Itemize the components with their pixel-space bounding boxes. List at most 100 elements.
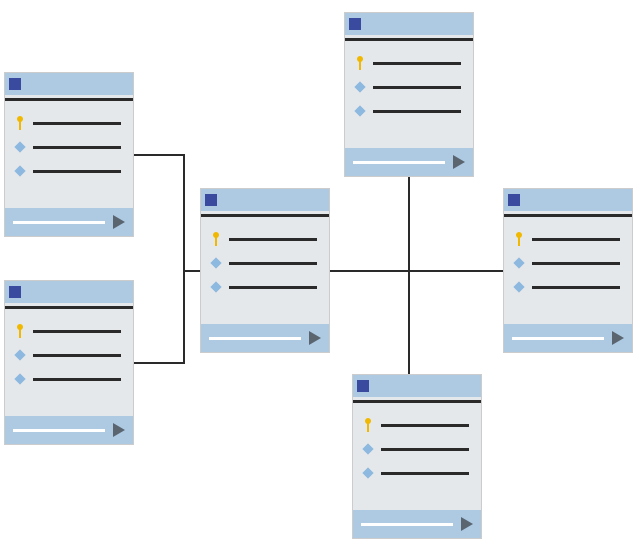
diamond-icon	[15, 372, 25, 386]
footer-line	[209, 337, 301, 340]
card-body	[5, 309, 133, 399]
diamond-icon	[514, 280, 524, 294]
key-icon	[15, 116, 25, 130]
card-footer	[5, 208, 133, 236]
play-icon[interactable]	[612, 331, 624, 345]
diamond-icon	[211, 256, 221, 270]
footer-line	[13, 221, 105, 224]
row-line	[373, 86, 461, 89]
card-row-key	[15, 111, 121, 135]
row-line	[373, 62, 461, 65]
play-icon[interactable]	[113, 215, 125, 229]
connector-left-v	[183, 154, 185, 364]
card-row-field	[514, 251, 620, 275]
card-body	[201, 217, 329, 307]
card-row-key	[211, 227, 317, 251]
diamond-icon	[211, 280, 221, 294]
card-row-field	[363, 437, 469, 461]
card-body	[504, 217, 632, 307]
db-card-5	[352, 374, 482, 539]
connector-left-top-h	[134, 154, 185, 156]
row-line	[33, 378, 121, 381]
diamond-icon	[355, 80, 365, 94]
titlebar-square-icon	[9, 78, 21, 90]
diamond-icon	[15, 348, 25, 362]
key-icon	[355, 56, 365, 70]
card-footer	[345, 148, 473, 176]
connector-right-v	[408, 177, 410, 374]
key-icon	[514, 232, 524, 246]
diamond-icon	[514, 256, 524, 270]
titlebar-square-icon	[357, 380, 369, 392]
db-card-3	[200, 188, 330, 353]
card-titlebar	[201, 189, 329, 211]
footer-line	[353, 161, 445, 164]
play-icon[interactable]	[309, 331, 321, 345]
diamond-icon	[363, 466, 373, 480]
card-titlebar	[345, 13, 473, 35]
card-body	[345, 41, 473, 131]
diamond-icon	[15, 140, 25, 154]
card-row-field	[15, 135, 121, 159]
titlebar-square-icon	[349, 18, 361, 30]
play-icon[interactable]	[461, 517, 473, 531]
row-line	[373, 110, 461, 113]
row-line	[33, 146, 121, 149]
footer-line	[13, 429, 105, 432]
card-body	[353, 403, 481, 493]
card-row-field	[15, 159, 121, 183]
card-titlebar	[353, 375, 481, 397]
play-icon[interactable]	[453, 155, 465, 169]
card-footer	[504, 324, 632, 352]
card-row-field	[363, 461, 469, 485]
row-line	[532, 262, 620, 265]
row-line	[532, 286, 620, 289]
card-row-field	[211, 251, 317, 275]
row-line	[532, 238, 620, 241]
row-line	[381, 472, 469, 475]
key-icon	[363, 418, 373, 432]
card-footer	[353, 510, 481, 538]
card-footer	[201, 324, 329, 352]
row-line	[229, 238, 317, 241]
row-line	[33, 170, 121, 173]
footer-line	[512, 337, 604, 340]
card-row-field	[355, 99, 461, 123]
card-body	[5, 101, 133, 191]
key-icon	[15, 324, 25, 338]
db-card-4	[344, 12, 474, 177]
row-line	[33, 354, 121, 357]
diamond-icon	[355, 104, 365, 118]
row-line	[381, 448, 469, 451]
diamond-icon	[15, 164, 25, 178]
connector-left-mid-h	[183, 270, 200, 272]
card-row-key	[514, 227, 620, 251]
card-row-field	[15, 343, 121, 367]
db-card-6	[503, 188, 633, 353]
card-row-key	[355, 51, 461, 75]
card-titlebar	[504, 189, 632, 211]
card-row-key	[15, 319, 121, 343]
connector-left-bottom-h	[134, 362, 185, 364]
card-row-field	[514, 275, 620, 299]
card-row-field	[211, 275, 317, 299]
card-row-key	[363, 413, 469, 437]
card-titlebar	[5, 73, 133, 95]
row-line	[33, 330, 121, 333]
db-card-2	[4, 280, 134, 445]
titlebar-square-icon	[205, 194, 217, 206]
connector-right-mid-h	[330, 270, 503, 272]
play-icon[interactable]	[113, 423, 125, 437]
row-line	[33, 122, 121, 125]
row-line	[381, 424, 469, 427]
card-footer	[5, 416, 133, 444]
db-card-1	[4, 72, 134, 237]
card-row-field	[15, 367, 121, 391]
titlebar-square-icon	[508, 194, 520, 206]
key-icon	[211, 232, 221, 246]
card-titlebar	[5, 281, 133, 303]
card-row-field	[355, 75, 461, 99]
row-line	[229, 262, 317, 265]
titlebar-square-icon	[9, 286, 21, 298]
footer-line	[361, 523, 453, 526]
